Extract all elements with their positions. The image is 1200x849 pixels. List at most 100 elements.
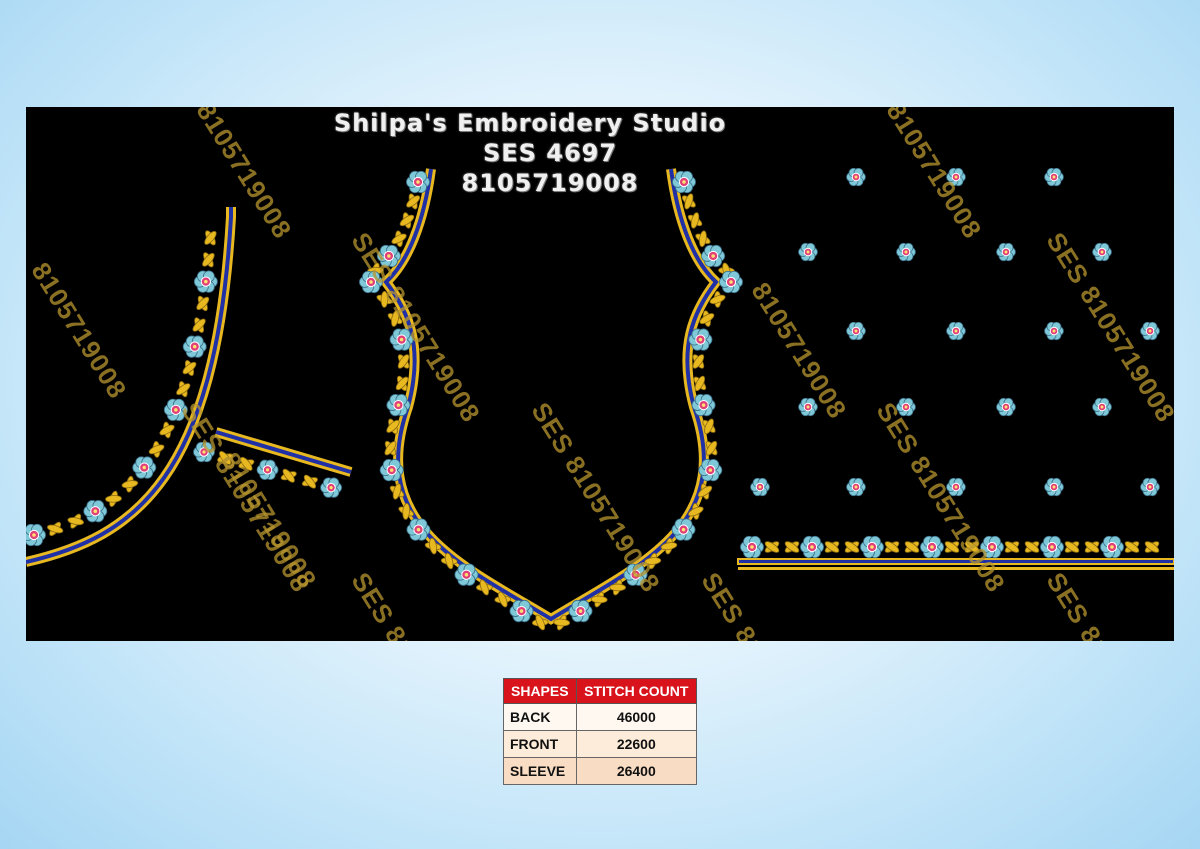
flower-motif <box>1044 321 1064 341</box>
leaf-motif <box>609 583 627 592</box>
flower-motif <box>83 500 108 523</box>
flower-dot <box>954 329 958 333</box>
flower-motif <box>671 518 696 541</box>
flower-motif <box>996 397 1016 417</box>
flower-motif <box>719 270 743 294</box>
flower-dot <box>265 468 270 472</box>
flower-motif <box>800 535 824 559</box>
flower-motif <box>386 393 411 417</box>
table-row: SLEEVE 26400 <box>503 757 698 785</box>
flower-dot <box>904 405 908 409</box>
flower-motif <box>256 459 279 480</box>
flower-motif <box>701 244 726 268</box>
flower-dot <box>1052 485 1056 489</box>
flower-motif <box>996 242 1016 262</box>
flower-dot <box>389 468 394 472</box>
table-row: FRONT 22600 <box>503 730 698 758</box>
flower-dot <box>142 465 147 470</box>
flower-motif <box>798 242 818 262</box>
flower-dot <box>204 279 208 284</box>
flower-motif <box>1040 535 1064 559</box>
leaf-motif <box>47 524 64 534</box>
stitch-count: 26400 <box>575 757 698 785</box>
sleeve-border-line <box>737 558 1174 565</box>
leaf-motif <box>590 595 608 604</box>
flower-dot <box>854 485 858 489</box>
flower-dot <box>708 468 713 472</box>
flower-dot <box>904 250 908 254</box>
flower-dot <box>578 609 583 613</box>
flower-motif <box>1092 397 1112 417</box>
flower-motif <box>1044 477 1064 497</box>
flower-dot <box>1148 485 1152 489</box>
flower-motif <box>750 477 770 497</box>
flower-motif <box>1100 535 1124 559</box>
flower-dot <box>810 545 814 549</box>
flower-dot <box>806 405 810 409</box>
flower-motif <box>379 459 404 482</box>
sleeve-border-line <box>738 567 1174 570</box>
flower-motif <box>1140 477 1160 497</box>
flower-dot <box>1110 545 1114 549</box>
flower-dot <box>93 509 98 513</box>
flower-dot <box>192 344 197 349</box>
flower-dot <box>396 403 401 407</box>
flower-dot <box>806 250 810 254</box>
flower-dot <box>729 280 733 284</box>
shape-name: SLEEVE <box>503 757 577 785</box>
stitch-count-header: STITCH COUNT <box>575 678 698 704</box>
flower-dot <box>1052 329 1056 333</box>
flower-motif <box>509 599 534 623</box>
table-header-row: SHAPES STITCH COUNT <box>503 678 698 704</box>
shape-name: FRONT <box>503 730 577 758</box>
flower-dot <box>1100 250 1104 254</box>
flower-dot <box>1050 545 1054 549</box>
flower-motif <box>691 393 716 417</box>
flower-motif <box>1092 242 1112 262</box>
flower-motif <box>860 535 884 559</box>
flower-motif <box>946 321 966 341</box>
leaf-motif <box>553 618 571 627</box>
flower-motif <box>320 477 343 498</box>
flower-dot <box>701 403 706 407</box>
flower-motif <box>406 518 431 541</box>
flower-dot <box>1148 329 1152 333</box>
flower-motif <box>1140 321 1160 341</box>
stitch-count-table: SHAPES STITCH COUNT BACK 46000 FRONT 226… <box>503 678 698 785</box>
design-code: SES 4697 <box>482 139 618 167</box>
flower-dot <box>32 533 36 537</box>
flower-dot <box>464 572 469 577</box>
phone-number: 8105719008 <box>461 169 639 197</box>
flower-dot <box>930 545 934 549</box>
flower-dot <box>870 545 874 549</box>
leaf-motif <box>699 230 707 248</box>
leaf-motif <box>105 495 122 503</box>
flower-motif <box>688 328 713 351</box>
flower-motif <box>454 563 479 586</box>
flower-dot <box>750 545 754 549</box>
stitch-count: 22600 <box>575 730 698 758</box>
flower-motif <box>846 477 866 497</box>
embroidery-design-panel: 8105719008 8105719008 8105719008 8105719… <box>26 107 1174 641</box>
flower-dot <box>954 485 958 489</box>
flower-motif <box>26 523 46 547</box>
flower-motif <box>920 535 944 559</box>
flower-dot <box>1004 250 1008 254</box>
flower-dot <box>681 527 686 532</box>
flower-motif <box>182 335 207 358</box>
flower-motif <box>698 459 723 482</box>
flower-motif <box>193 270 218 293</box>
studio-name: Shilpa's Embroidery Studio <box>333 109 727 137</box>
shape-name: BACK <box>503 703 577 731</box>
flower-motif <box>568 599 593 623</box>
flower-motif <box>846 321 866 341</box>
shapes-header: SHAPES <box>503 678 577 704</box>
flower-motif <box>896 242 916 262</box>
flower-dot <box>758 485 762 489</box>
table-row: BACK 46000 <box>503 703 698 731</box>
flower-dot <box>416 527 421 532</box>
flower-motif <box>132 456 157 479</box>
flower-dot <box>854 329 858 333</box>
flower-dot <box>329 486 333 490</box>
flower-dot <box>399 337 404 342</box>
